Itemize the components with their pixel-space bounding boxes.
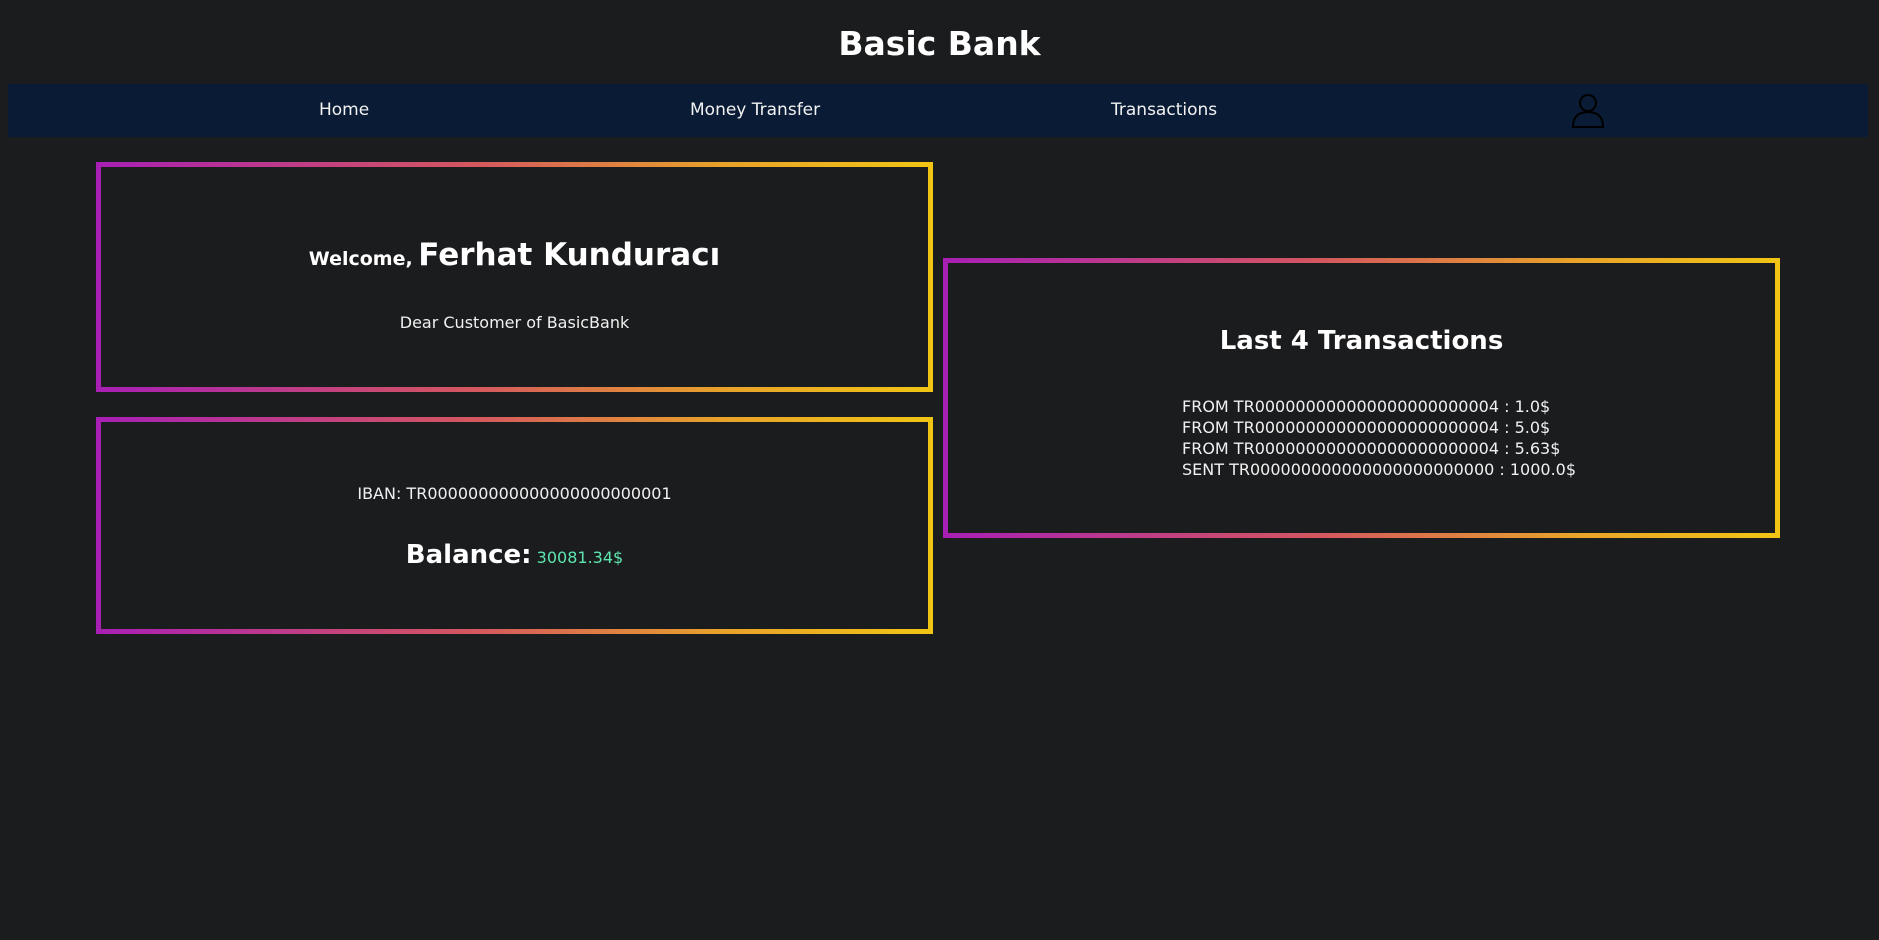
nav-money-transfer-link[interactable]: Money Transfer	[690, 84, 820, 137]
balance-row: Balance: 30081.34$	[101, 540, 928, 570]
customer-name: Ferhat Kunduracı	[418, 237, 721, 273]
transaction-item: SENT TR000000000000000000000000 : 1000.0…	[1182, 460, 1577, 479]
welcome-subtitle: Dear Customer of BasicBank	[399, 313, 630, 332]
welcome-greeting: Welcome,	[308, 248, 413, 270]
transactions-card: Last 4 Transactions FROM TR0000000000000…	[943, 258, 1780, 538]
user-icon[interactable]	[1569, 91, 1607, 129]
transaction-item: FROM TR000000000000000000000004 : 1.0$	[1182, 397, 1551, 416]
navbar: Home Money Transfer Transactions	[8, 84, 1868, 137]
transactions-list: FROM TR000000000000000000000004 : 1.0$ F…	[1182, 396, 1576, 480]
transaction-item: FROM TR000000000000000000000004 : 5.63$	[1182, 439, 1561, 458]
welcome-heading: Welcome, Ferhat Kunduracı	[101, 237, 928, 273]
iban-text: IBAN: TR000000000000000000000001	[357, 484, 672, 503]
header: Basic Bank	[0, 0, 1879, 84]
account-card: IBAN: TR000000000000000000000001 Balance…	[96, 417, 933, 634]
site-title: Basic Bank	[838, 24, 1041, 63]
nav-home-link[interactable]: Home	[319, 84, 369, 137]
nav-transactions-link[interactable]: Transactions	[1111, 84, 1217, 137]
balance-value: 30081.34$	[536, 548, 624, 567]
welcome-card: Welcome, Ferhat Kunduracı Dear Customer …	[96, 162, 933, 392]
transactions-title: Last 4 Transactions	[1219, 326, 1504, 356]
transaction-item: FROM TR000000000000000000000004 : 5.0$	[1182, 418, 1551, 437]
balance-label: Balance:	[405, 540, 532, 570]
